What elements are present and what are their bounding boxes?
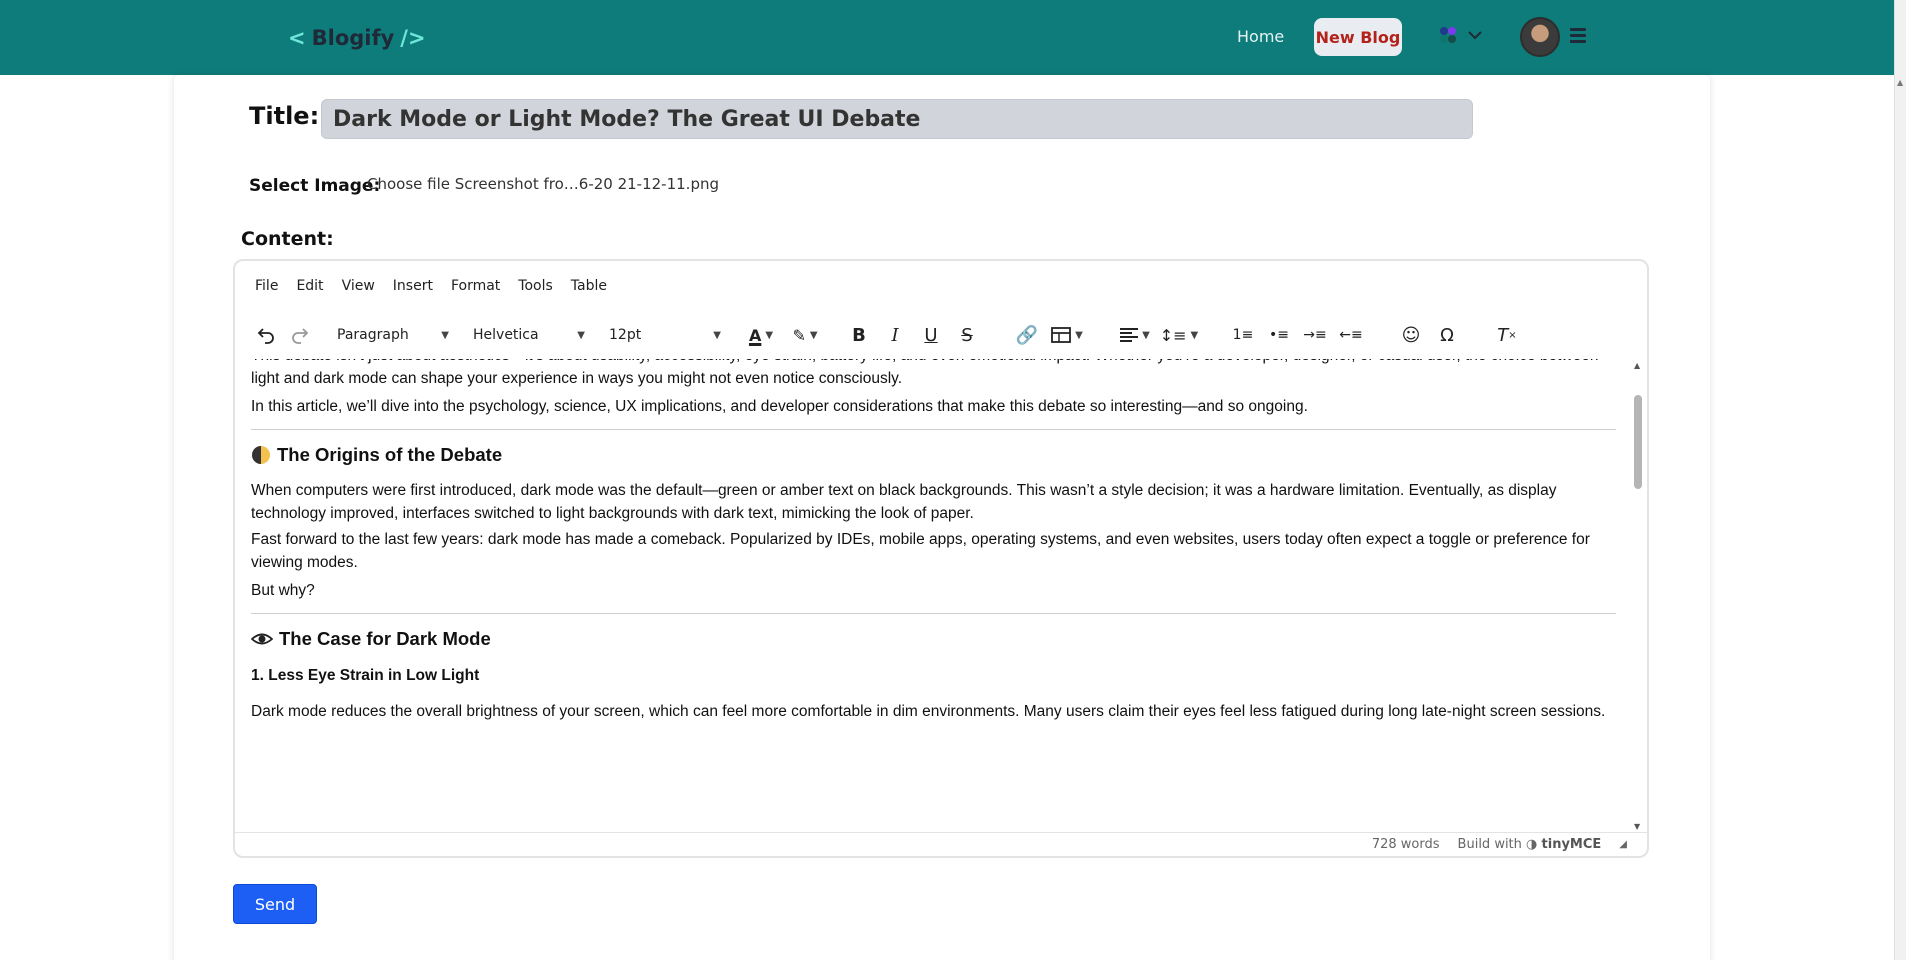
content-heading: The Origins of the Debate (251, 444, 502, 466)
content-subheading: 1. Less Eye Strain in Low Light (251, 667, 480, 684)
rich-text-editor: File Edit View Insert Format Tools Table… (233, 259, 1649, 858)
divider (251, 613, 1616, 614)
tinymce-logo-icon: ◑ (1526, 837, 1538, 852)
special-char-icon[interactable]: Ω (1429, 320, 1465, 350)
table-icon[interactable]: ▼ (1045, 320, 1089, 350)
half-moon-icon (252, 446, 270, 464)
menu-view[interactable]: View (342, 278, 375, 294)
build-with-text: Build with (1457, 837, 1522, 852)
chevron-down-icon: ▼ (441, 329, 449, 341)
editor-toolbar: Paragraph ▼ Helvetica ▼ 12pt ▼ A ▼ ✎ ▼ B I U … (235, 311, 1647, 359)
undo-icon[interactable] (251, 320, 281, 350)
divider (251, 429, 1616, 430)
content-paragraph: When computers were first introduced, da… (251, 482, 1557, 522)
eye-icon (251, 633, 273, 645)
font-size-value: 12pt (609, 327, 642, 343)
scroll-down-arrow-icon[interactable]: ▼ (1634, 822, 1640, 831)
text-color-icon[interactable]: A ▼ (739, 320, 783, 350)
clear-format-icon[interactable]: T × (1489, 320, 1525, 350)
numbered-list-icon[interactable]: 1≡ (1225, 320, 1261, 350)
outdent-icon[interactable]: ←≡ (1333, 320, 1369, 350)
font-family-select[interactable]: Helvetica ▼ (465, 320, 593, 350)
font-family-value: Helvetica (473, 327, 539, 343)
bullet-list-icon[interactable]: •≡ (1261, 320, 1297, 350)
content-heading: The Case for Dark Mode (251, 628, 491, 650)
menu-format[interactable]: Format (451, 278, 500, 294)
send-button[interactable]: Send (233, 884, 317, 924)
indent-icon[interactable]: →≡ (1297, 320, 1333, 350)
hamburger-menu-icon[interactable] (1570, 28, 1586, 43)
italic-icon[interactable]: I (877, 320, 913, 350)
theme-switcher[interactable] (1438, 25, 1482, 45)
emoji-icon[interactable]: ☺ (1393, 320, 1429, 350)
resize-handle-icon[interactable]: ◢ (1619, 839, 1627, 850)
scroll-up-arrow-icon[interactable]: ▲ (1897, 78, 1903, 87)
content-paragraph: Fast forward to the last few years: dark… (251, 531, 1590, 571)
word-count[interactable]: 728 words (1372, 837, 1440, 852)
heading-text: The Origins of the Debate (277, 444, 503, 465)
logo-text: Blogify (311, 26, 395, 50)
editor-content-area[interactable]: This debate isn’t just about aesthetics—… (235, 359, 1633, 833)
nav-new-blog-button[interactable]: New Blog (1314, 18, 1402, 56)
powered-by[interactable]: Build with ◑ tinyMCE (1458, 837, 1602, 852)
select-image-label: Select Image: (249, 176, 381, 196)
block-format-value: Paragraph (337, 327, 409, 343)
editor-statusbar: 728 words Build with ◑ tinyMCE ◢ (235, 832, 1647, 856)
content-paragraph: Dark mode reduces the overall brightness… (251, 703, 1606, 720)
page-scrollbar[interactable]: ▲ (1894, 0, 1906, 960)
palette-icon (1440, 27, 1456, 43)
editor-scrollbar[interactable]: ▲ ▼ (1631, 359, 1645, 833)
nav-home-link[interactable]: Home (1237, 27, 1284, 46)
redo-icon[interactable] (281, 320, 319, 350)
chevron-down-icon: ▼ (713, 329, 721, 341)
underline-icon[interactable]: U (913, 320, 949, 350)
scroll-thumb[interactable] (1634, 395, 1642, 489)
logo-open-bracket: < (288, 26, 306, 50)
strikethrough-icon[interactable]: S (949, 320, 985, 350)
tinymce-brand: tinyMCE (1541, 837, 1602, 852)
menu-table[interactable]: Table (571, 278, 607, 294)
menu-insert[interactable]: Insert (393, 278, 433, 294)
content-paragraph: This debate isn’t just about aesthetics—… (251, 359, 1599, 387)
menu-edit[interactable]: Edit (296, 278, 323, 294)
align-icon[interactable]: ▼ (1113, 320, 1157, 350)
content-paragraph: But why? (251, 582, 315, 599)
title-input[interactable] (321, 99, 1473, 139)
content-label: Content: (241, 228, 334, 250)
line-height-icon[interactable]: ↕≡ ▼ (1157, 320, 1201, 350)
brand-logo[interactable]: < Blogify /> (288, 26, 426, 50)
logo-close-bracket: /> (400, 26, 426, 50)
file-input[interactable]: Choose file Screenshot fro…6-20 21-12-11… (367, 175, 719, 193)
heading-text: The Case for Dark Mode (279, 628, 491, 649)
scroll-up-arrow-icon[interactable]: ▲ (1634, 361, 1640, 370)
content-paragraph: In this article, we’ll dive into the psy… (251, 398, 1308, 415)
font-size-select[interactable]: 12pt ▼ (601, 320, 729, 350)
highlight-color-icon[interactable]: ✎ ▼ (783, 320, 827, 350)
top-navbar: < Blogify /> Home New Blog (0, 0, 1906, 75)
bold-icon[interactable]: B (841, 320, 877, 350)
chevron-down-icon (1468, 31, 1482, 40)
user-avatar[interactable] (1520, 17, 1560, 57)
editor-menubar: File Edit View Insert Format Tools Table (235, 261, 1647, 311)
link-icon[interactable]: 🔗 (1009, 320, 1045, 350)
title-label: Title: (249, 102, 320, 130)
menu-file[interactable]: File (255, 278, 278, 294)
chevron-down-icon: ▼ (577, 329, 585, 341)
menu-tools[interactable]: Tools (518, 278, 553, 294)
block-format-select[interactable]: Paragraph ▼ (329, 320, 457, 350)
